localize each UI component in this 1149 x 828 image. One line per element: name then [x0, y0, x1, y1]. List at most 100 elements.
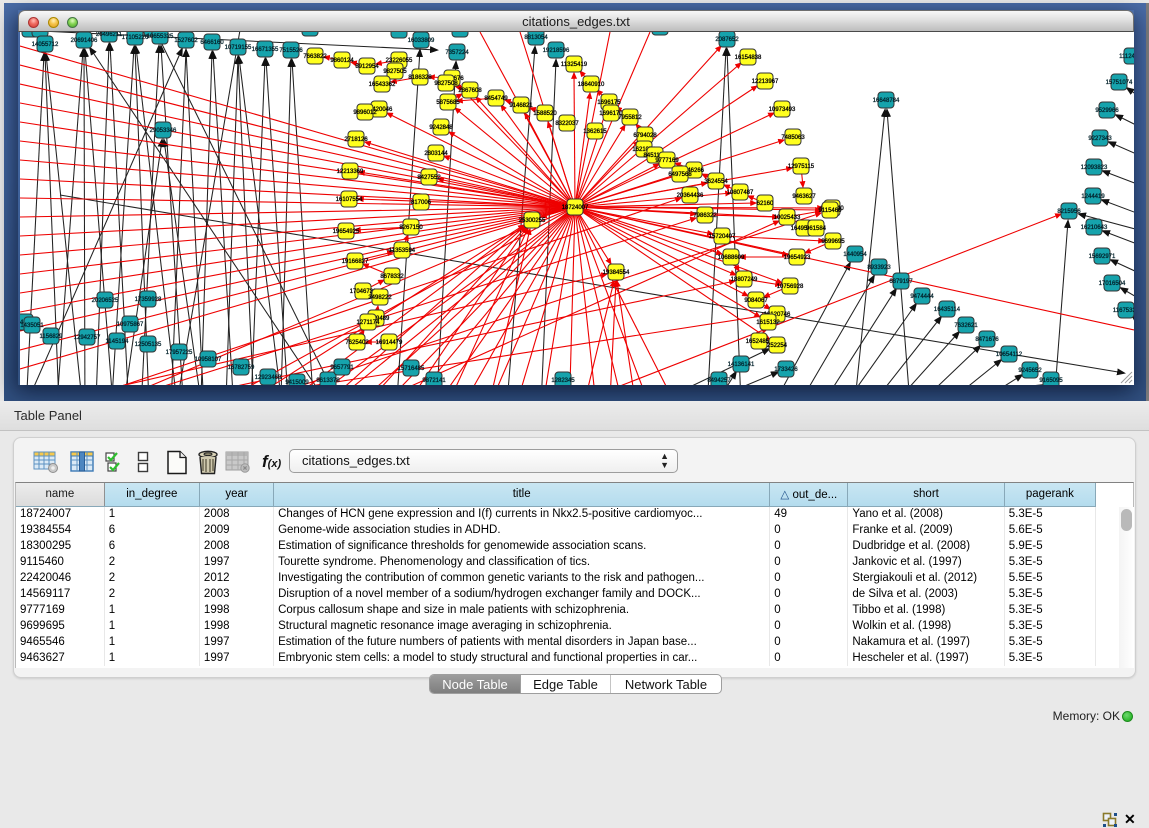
svg-text:20691406: 20691406	[71, 38, 98, 44]
svg-text:9084067: 9084067	[744, 298, 768, 304]
svg-text:16543362: 16543362	[369, 82, 396, 88]
svg-text:15692971: 15692971	[1089, 254, 1116, 260]
svg-text:10654112: 10654112	[996, 352, 1023, 358]
svg-text:9245652: 9245652	[1018, 368, 1042, 374]
svg-text:16914479: 16914479	[376, 340, 403, 346]
svg-text:17105226: 17105226	[122, 35, 149, 41]
svg-text:10655325: 10655325	[147, 34, 174, 40]
svg-text:7632621: 7632621	[954, 323, 978, 329]
svg-text:6794028: 6794028	[633, 133, 657, 139]
svg-text:1435051: 1435051	[20, 323, 44, 329]
svg-text:10756928: 10756928	[777, 284, 804, 290]
svg-text:12093823: 12093823	[1081, 165, 1108, 171]
svg-text:817006: 817006	[411, 200, 432, 206]
svg-text:10958107: 10958107	[195, 357, 222, 363]
svg-text:7625402: 7625402	[345, 340, 369, 346]
svg-text:15716485: 15716485	[398, 366, 425, 372]
svg-text:11124654: 11124654	[1119, 54, 1134, 60]
svg-text:9529966: 9529966	[1095, 108, 1119, 114]
svg-text:14055712: 14055712	[32, 42, 59, 48]
svg-text:18807249: 18807249	[731, 277, 758, 283]
svg-text:7663822: 7663822	[303, 54, 327, 60]
svg-text:20206525: 20206525	[92, 298, 119, 304]
svg-text:17957225: 17957225	[166, 350, 193, 356]
svg-text:16671355: 16671355	[252, 47, 279, 53]
svg-text:19654925: 19654925	[333, 229, 360, 235]
svg-text:10688609: 10688609	[718, 255, 745, 261]
svg-text:19384554: 19384554	[603, 270, 630, 276]
svg-text:18724007: 18724007	[562, 205, 589, 211]
svg-text:2867608: 2867608	[458, 88, 482, 94]
svg-text:20364436: 20364436	[677, 193, 704, 199]
svg-text:19654923: 19654923	[784, 255, 811, 261]
svg-text:3624554: 3624554	[704, 179, 728, 185]
svg-text:9777169: 9777169	[655, 158, 679, 164]
svg-text:8912954: 8912954	[355, 64, 379, 70]
svg-text:9699695: 9699695	[821, 239, 845, 245]
svg-text:6466160: 6466160	[200, 40, 224, 46]
svg-text:8454749: 8454749	[484, 96, 508, 102]
svg-text:1244419: 1244419	[1081, 194, 1105, 200]
svg-text:9415009: 9415009	[285, 380, 309, 385]
svg-text:9227343: 9227343	[1088, 136, 1112, 142]
svg-text:17016504: 17016504	[1099, 281, 1126, 287]
svg-text:1696170: 1696170	[599, 111, 623, 117]
svg-text:8322037: 8322037	[555, 121, 579, 127]
svg-text:10975867: 10975867	[117, 322, 144, 328]
svg-text:5875685: 5875685	[436, 100, 460, 106]
svg-text:11675335: 11675335	[1113, 308, 1134, 314]
svg-text:16107554: 16107554	[336, 197, 363, 203]
svg-text:1440954: 1440954	[843, 252, 867, 258]
svg-text:1362615: 1362615	[583, 129, 607, 135]
svg-text:62160: 62160	[757, 201, 774, 207]
svg-text:6879197: 6879197	[889, 279, 913, 285]
svg-text:2803144: 2803144	[424, 151, 448, 157]
svg-text:17359928: 17359928	[135, 297, 162, 303]
svg-text:7986322: 7986322	[693, 213, 717, 219]
svg-text:12213967: 12213967	[752, 79, 779, 85]
svg-text:20496211: 20496211	[96, 32, 123, 38]
svg-text:7485063: 7485063	[781, 135, 805, 141]
svg-text:9146821: 9146821	[509, 103, 533, 109]
svg-text:8471676: 8471676	[975, 337, 999, 343]
svg-text:11325419: 11325419	[561, 62, 588, 68]
svg-text:16154838: 16154838	[735, 55, 762, 61]
svg-text:15720407: 15720407	[709, 234, 736, 240]
svg-text:9872141: 9872141	[422, 378, 446, 384]
svg-text:8494257: 8494257	[707, 378, 731, 384]
svg-text:12923468: 12923468	[255, 375, 282, 381]
svg-text:15751074: 15751074	[1106, 80, 1133, 86]
svg-text:16435114: 16435114	[934, 307, 961, 313]
svg-text:1282345: 1282345	[551, 378, 575, 384]
svg-text:8186328: 8186328	[408, 75, 432, 81]
svg-text:8215956: 8215956	[1057, 209, 1081, 215]
svg-text:18640910: 18640910	[578, 82, 605, 88]
svg-text:14136141: 14136141	[728, 362, 755, 368]
svg-text:3498222: 3498222	[368, 295, 392, 301]
svg-text:2087652: 2087652	[715, 37, 739, 43]
svg-text:8427552: 8427552	[417, 175, 441, 181]
svg-text:2718126: 2718126	[344, 137, 368, 143]
svg-text:1527602: 1527602	[174, 38, 198, 44]
svg-text:12942757: 12942757	[74, 335, 101, 341]
svg-text:9463627: 9463627	[792, 194, 816, 200]
svg-text:7357224: 7357224	[445, 50, 469, 56]
svg-text:9896012: 9896012	[353, 110, 377, 116]
svg-text:16782759: 16782759	[228, 365, 255, 371]
svg-text:8613378: 8613378	[316, 378, 340, 384]
svg-text:1588520: 1588520	[533, 111, 557, 117]
svg-text:29053346: 29053346	[150, 128, 177, 134]
svg-text:961584: 961584	[806, 226, 827, 232]
svg-text:11353594: 11353594	[389, 248, 416, 254]
svg-text:1156829: 1156829	[40, 334, 64, 340]
svg-text:9860124: 9860124	[330, 58, 354, 64]
svg-text:7515526: 7515526	[279, 48, 303, 54]
svg-text:1145194: 1145194	[106, 339, 130, 345]
svg-text:19218596: 19218596	[543, 48, 570, 54]
svg-text:8678332: 8678332	[380, 274, 404, 280]
svg-text:1733426: 1733426	[774, 367, 798, 373]
svg-text:9165095: 9165095	[1039, 378, 1063, 384]
svg-text:8933923: 8933923	[867, 265, 891, 271]
svg-text:12505135: 12505135	[135, 342, 162, 348]
svg-text:6497568: 6497568	[668, 172, 692, 178]
